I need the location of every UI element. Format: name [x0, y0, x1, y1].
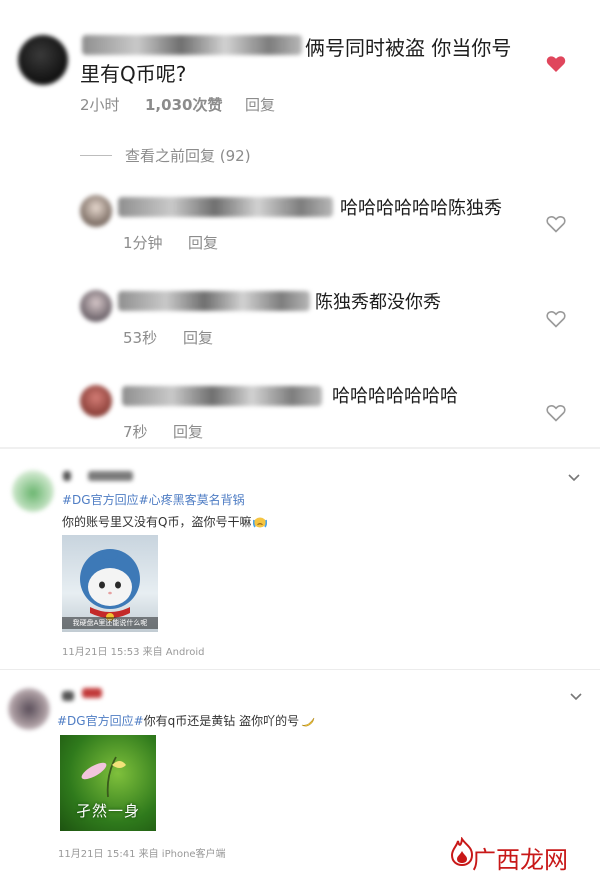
avatar[interactable] [80, 385, 112, 417]
comment-time: 2小时 [80, 96, 120, 114]
heart-icon[interactable] [546, 215, 566, 233]
post-meta: 11月21日 15:41 来自 iPhone客户端 [58, 849, 226, 860]
avatar[interactable] [18, 35, 68, 85]
post-image-cat[interactable]: 我硬盘A里还能说什么呢 [62, 535, 158, 632]
blurred-username[interactable] [118, 291, 310, 311]
chevron-down-icon[interactable] [568, 688, 584, 704]
blurred-username[interactable] [118, 197, 333, 217]
post-meta: 11月21日 15:53 来自 Android [62, 647, 205, 658]
reply-text: 哈哈哈哈哈哈哈 [332, 386, 458, 407]
blurred-username[interactable] [88, 471, 133, 481]
section-divider [0, 669, 600, 670]
post-hashtag[interactable]: #DG官方回应# [57, 714, 144, 728]
post-body: #DG官方回应#你有q币还是黄钻 盗你吖的号 [57, 712, 315, 729]
heart-icon[interactable] [546, 310, 566, 328]
avatar[interactable] [12, 470, 54, 512]
reply-button[interactable]: 回复 [183, 327, 213, 348]
post-image-flower[interactable]: 孑然一身 [60, 735, 156, 831]
banana-emoji-icon [301, 717, 315, 727]
reply-time: 7秒 [123, 423, 148, 441]
heart-liked-icon[interactable] [546, 55, 566, 73]
avatar[interactable] [80, 290, 112, 322]
reply-button[interactable]: 回复 [188, 232, 218, 253]
reply-time: 53秒 [123, 329, 158, 347]
post-body: 你的账号里又没有Q币，盗你号干嘛 [62, 513, 268, 530]
comment-thread: 俩号同时被盗 你当你号 里有Q币呢? 2小时 1,030次赞 回复 查看之前回复… [0, 0, 600, 442]
section-divider [0, 447, 600, 449]
post-body-text: 你有q币还是黄钻 盗你吖的号 [143, 714, 300, 728]
reply-time: 1分钟 [123, 234, 163, 252]
blurred-username[interactable] [82, 35, 302, 55]
blurred-username[interactable] [62, 691, 74, 701]
post-hashtag[interactable]: #DG官方回应#心疼黑客莫名背锅 [62, 491, 245, 508]
watermark-text: 广西龙网 [472, 846, 568, 874]
blurred-username[interactable] [122, 386, 322, 406]
blurred-username[interactable] [63, 471, 71, 481]
blurred-username[interactable] [82, 688, 102, 698]
post-body-text: 你的账号里又没有Q币，盗你号干嘛 [62, 515, 252, 529]
reply-button[interactable]: 回复 [173, 421, 203, 442]
reply-button[interactable]: 回复 [245, 94, 275, 115]
chevron-down-icon[interactable] [566, 469, 582, 485]
heart-icon[interactable] [546, 404, 566, 422]
crying-emoji-icon [253, 517, 268, 528]
avatar[interactable] [80, 195, 112, 227]
comment-text-line2: 里有Q币呢? [80, 62, 187, 86]
comment-text: 俩号同时被盗 你当你号 [305, 36, 512, 60]
view-previous-replies[interactable]: 查看之前回复 (92) [125, 145, 251, 166]
divider [80, 155, 112, 156]
reply-text: 哈哈哈哈哈哈陈独秀 [340, 198, 502, 219]
image-caption: 孑然一身 [75, 802, 140, 820]
reply-text: 陈独秀都没你秀 [315, 292, 441, 313]
avatar[interactable] [8, 688, 50, 730]
like-count[interactable]: 1,030次赞 [145, 94, 222, 115]
image-caption: 我硬盘A里还能说什么呢 [62, 617, 158, 629]
